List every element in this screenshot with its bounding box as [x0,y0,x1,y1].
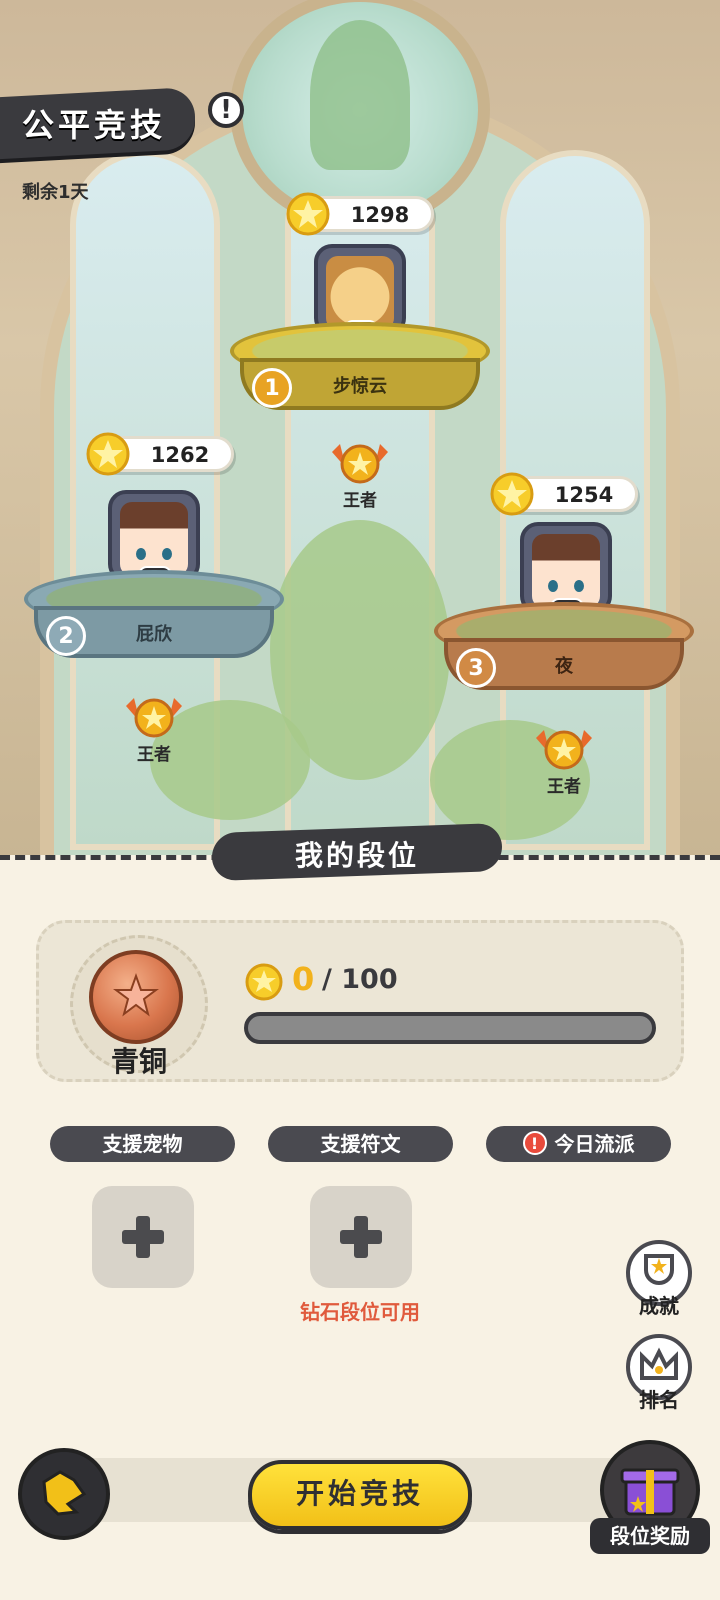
page-title: 公平竞技 [22,106,167,144]
score-pill-1: 1298 [286,192,434,236]
achievements-label: 成就 [639,1294,679,1318]
player-name: 夜 [555,656,573,677]
score-value: 1298 [350,203,410,227]
daily-style-label: 今日流派 [554,1132,635,1156]
avatar-2[interactable]: 0 [108,490,200,582]
exclamation-icon[interactable]: ! [208,92,244,128]
remaining-time: 剩余1天 [22,182,89,203]
king-emblem-icon [126,698,182,738]
avatar-3[interactable]: 0 [520,522,612,614]
girl-avatar-icon [532,534,600,608]
rune-unlock-note: 钻石段位可用 [300,1300,420,1324]
score-value: 1262 [150,443,210,467]
podium-3: 3 夜 [434,602,694,722]
total-points: / 100 [322,964,398,995]
podium-1: 1 步惊云 [230,322,490,442]
support-rune-label: 支援符文 [268,1126,453,1162]
add-rune-button[interactable] [310,1186,412,1288]
player-name: 步惊云 [333,376,387,397]
score-pill-3: 1254 [490,472,638,516]
player-name: 屁欣 [136,624,172,645]
medal-star-icon [113,973,159,1017]
progress-bar [244,1012,656,1044]
daily-style-button[interactable]: ! 今日流派 [486,1126,671,1162]
star-icon [286,192,330,236]
current-points: 0 [292,960,315,998]
section-title: 我的段位 [294,839,419,872]
tier-label: 王者 [343,491,377,511]
score-pill-2: 1262 [86,432,234,476]
home-button[interactable] [18,1448,110,1540]
tier-label: 王者 [547,777,581,797]
tier-name: 青铜 [110,1045,167,1078]
score-value: 1254 [554,483,614,507]
king-emblem-icon [536,730,592,770]
warning-icon: ! [522,1131,547,1155]
leaf-ornament [310,20,410,170]
rank-reward-label: 段位奖励 [590,1518,710,1554]
podium-2: 2 屁欣 [24,570,284,690]
start-match-button[interactable]: 开始竞技 [248,1460,472,1530]
star-icon [490,472,534,516]
girl-avatar-icon [120,502,188,576]
home-icon [42,1470,87,1516]
ranking-label: 排名 [639,1388,679,1412]
tier-label: 王者 [137,745,171,765]
star-icon [86,432,130,476]
support-pet-label: 支援宠物 [50,1126,235,1162]
dog-avatar-icon [326,256,394,330]
king-emblem-icon [332,444,388,484]
add-pet-button[interactable] [92,1186,194,1288]
star-icon [245,963,283,1001]
